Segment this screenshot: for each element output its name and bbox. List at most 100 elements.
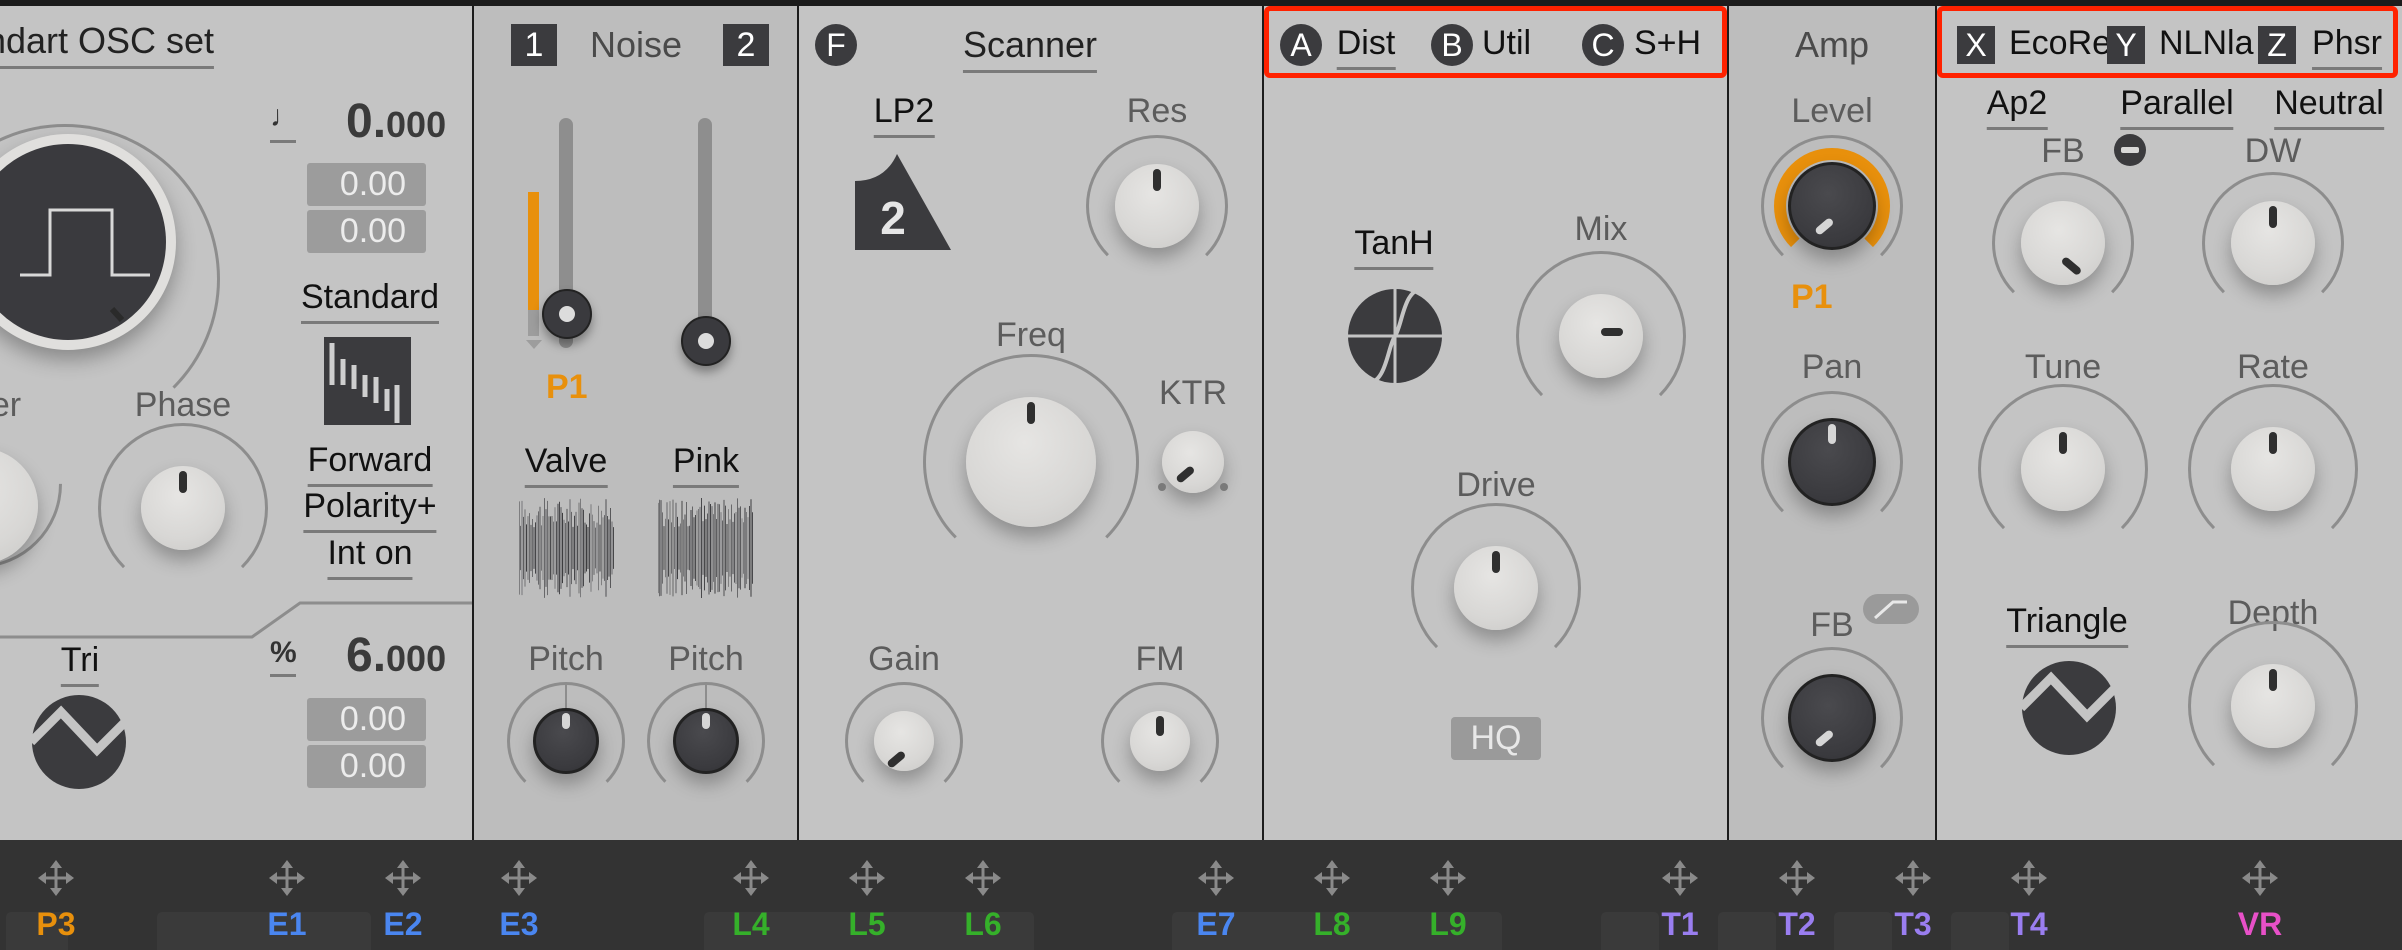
int-selector[interactable]: Int on [327, 534, 413, 580]
scanner-panel: F Scanner LP2 2 Res Freq KTR Gain FM [799, 6, 1262, 840]
dw-knob[interactable] [2202, 172, 2344, 314]
pan-knob[interactable] [1761, 391, 1903, 533]
mod-source-l5[interactable]: L5 [827, 840, 907, 950]
depth-knob[interactable] [2188, 621, 2358, 791]
fm-knob[interactable] [1101, 682, 1219, 800]
fx-z-badge[interactable]: Z [2258, 26, 2296, 64]
mix-knob[interactable] [1516, 251, 1686, 421]
mod-source-l4[interactable]: L4 [711, 840, 791, 950]
mod-source-t1[interactable]: T1 [1640, 840, 1720, 950]
drag-move-icon[interactable] [36, 858, 76, 898]
drag-move-icon[interactable] [1777, 858, 1817, 898]
neutral-selector[interactable]: Neutral [2274, 84, 2384, 130]
slider-1-handle[interactable] [542, 289, 592, 339]
tanh-curve-icon[interactable] [1347, 288, 1443, 384]
fx-x-tab[interactable]: EcoRe [2009, 24, 2111, 63]
phsr-fb-knob[interactable] [1992, 172, 2134, 314]
res-knob[interactable] [1086, 135, 1228, 277]
drag-move-icon[interactable] [1660, 858, 1700, 898]
ktr-knob[interactable] [1158, 431, 1228, 493]
fx-y-tab[interactable]: NLNla [2159, 24, 2253, 63]
fb-curve-toggle[interactable] [1863, 594, 1919, 624]
drag-move-icon[interactable] [1196, 858, 1236, 898]
drag-move-icon[interactable] [2240, 858, 2280, 898]
drive-knob[interactable] [1411, 503, 1581, 673]
ap-selector[interactable]: Ap2 [1986, 84, 2048, 130]
fx-a-badge[interactable]: A [1280, 24, 1322, 66]
drag-move-icon[interactable] [2009, 858, 2049, 898]
percent-box-1[interactable]: 0.00 [307, 698, 426, 741]
lfo-shape-selector[interactable]: Tri [60, 641, 100, 687]
fx-y-badge[interactable]: Y [2107, 26, 2145, 64]
mod-source-vr[interactable]: VR [2220, 840, 2300, 950]
tune-knob[interactable] [1978, 384, 2148, 554]
fx-c-badge[interactable]: C [1582, 24, 1624, 66]
lowpass-filter-icon[interactable]: 2 [855, 154, 951, 250]
drag-move-icon[interactable] [847, 858, 887, 898]
direction-selector[interactable]: Forward [307, 441, 433, 487]
tempo-box-2[interactable]: 0.00 [307, 210, 426, 253]
noise-1-type-selector[interactable]: Valve [524, 442, 608, 488]
amp-fb-knob[interactable] [1761, 647, 1903, 789]
percent-value[interactable]: 6.000 [346, 628, 446, 683]
mod-source-t4[interactable]: T4 [1989, 840, 2069, 950]
fx-c-tab[interactable]: S+H [1634, 24, 1701, 63]
noise-2-badge[interactable]: 2 [723, 24, 769, 66]
drag-move-icon[interactable] [499, 858, 539, 898]
mod-source-t2[interactable]: T2 [1757, 840, 1837, 950]
filter-type-selector[interactable]: LP2 [873, 92, 935, 138]
gain-knob[interactable] [845, 682, 963, 800]
slider-2-handle[interactable] [681, 316, 731, 366]
phase-knob[interactable] [98, 423, 268, 593]
quarter-note-icon[interactable]: ♩ [270, 102, 300, 143]
drag-move-icon[interactable] [731, 858, 771, 898]
pitch-2-knob[interactable] [647, 682, 765, 800]
filter-model-selector[interactable]: Scanner [962, 24, 1098, 73]
level-knob[interactable] [1761, 135, 1903, 277]
noise-1-badge[interactable]: 1 [511, 24, 557, 66]
fx-x-badge[interactable]: X [1957, 26, 1995, 64]
fx-z-tab[interactable]: Phsr [2312, 24, 2382, 70]
mod-source-p3[interactable]: P3 [16, 840, 96, 950]
mod-source-l8[interactable]: L8 [1292, 840, 1372, 950]
mod-source-e3[interactable]: E3 [479, 840, 559, 950]
phsr-triangle-wave-icon[interactable] [2021, 660, 2117, 756]
fx-a-tab[interactable]: Dist [1336, 24, 1396, 70]
fx-b-tab[interactable]: Util [1482, 24, 1531, 63]
mod-source-e7[interactable]: E7 [1176, 840, 1256, 950]
percent-box-2[interactable]: 0.00 [307, 745, 426, 788]
drag-move-icon[interactable] [267, 858, 307, 898]
parallel-selector[interactable]: Parallel [2120, 84, 2234, 130]
hq-toggle[interactable]: HQ [1451, 717, 1541, 760]
fx-b-badge[interactable]: B [1431, 24, 1473, 66]
dist-mode-selector[interactable]: TanH [1354, 224, 1434, 270]
mod-source-l6[interactable]: L6 [943, 840, 1023, 950]
drag-move-icon[interactable] [1312, 858, 1352, 898]
tempo-value[interactable]: 0.000 [346, 94, 446, 149]
freq-knob[interactable] [923, 354, 1139, 570]
standard-selector[interactable]: Standard [301, 278, 439, 324]
rate-knob[interactable] [2188, 384, 2358, 554]
noise-2-type-selector[interactable]: Pink [672, 442, 740, 488]
mod-source-e2[interactable]: E2 [363, 840, 443, 950]
filter-badge[interactable]: F [815, 24, 857, 66]
spectrum-icon[interactable] [324, 337, 411, 425]
tempo-box-1[interactable]: 0.00 [307, 163, 426, 206]
drag-move-icon[interactable] [1893, 858, 1933, 898]
percent-icon[interactable]: % [270, 636, 297, 677]
drag-move-icon[interactable] [1428, 858, 1468, 898]
phsr-lfo-shape-selector[interactable]: Triangle [2006, 602, 2128, 648]
mod-source-l9[interactable]: L9 [1408, 840, 1488, 950]
left-knob[interactable] [0, 365, 97, 603]
slider-2-track[interactable] [698, 118, 712, 348]
osc-preset-selector[interactable]: ndart OSC set [0, 20, 215, 69]
mod-source-e1[interactable]: E1 [247, 840, 327, 950]
wave-shape-knob[interactable] [0, 134, 176, 350]
drag-move-icon[interactable] [383, 858, 423, 898]
mod-source-t3[interactable]: T3 [1873, 840, 1953, 950]
drag-move-icon[interactable] [963, 858, 1003, 898]
triangle-wave-icon[interactable] [31, 694, 127, 790]
pitch-1-knob[interactable] [507, 682, 625, 800]
fb-invert-toggle[interactable] [2114, 134, 2146, 166]
polarity-selector[interactable]: Polarity+ [303, 487, 437, 533]
